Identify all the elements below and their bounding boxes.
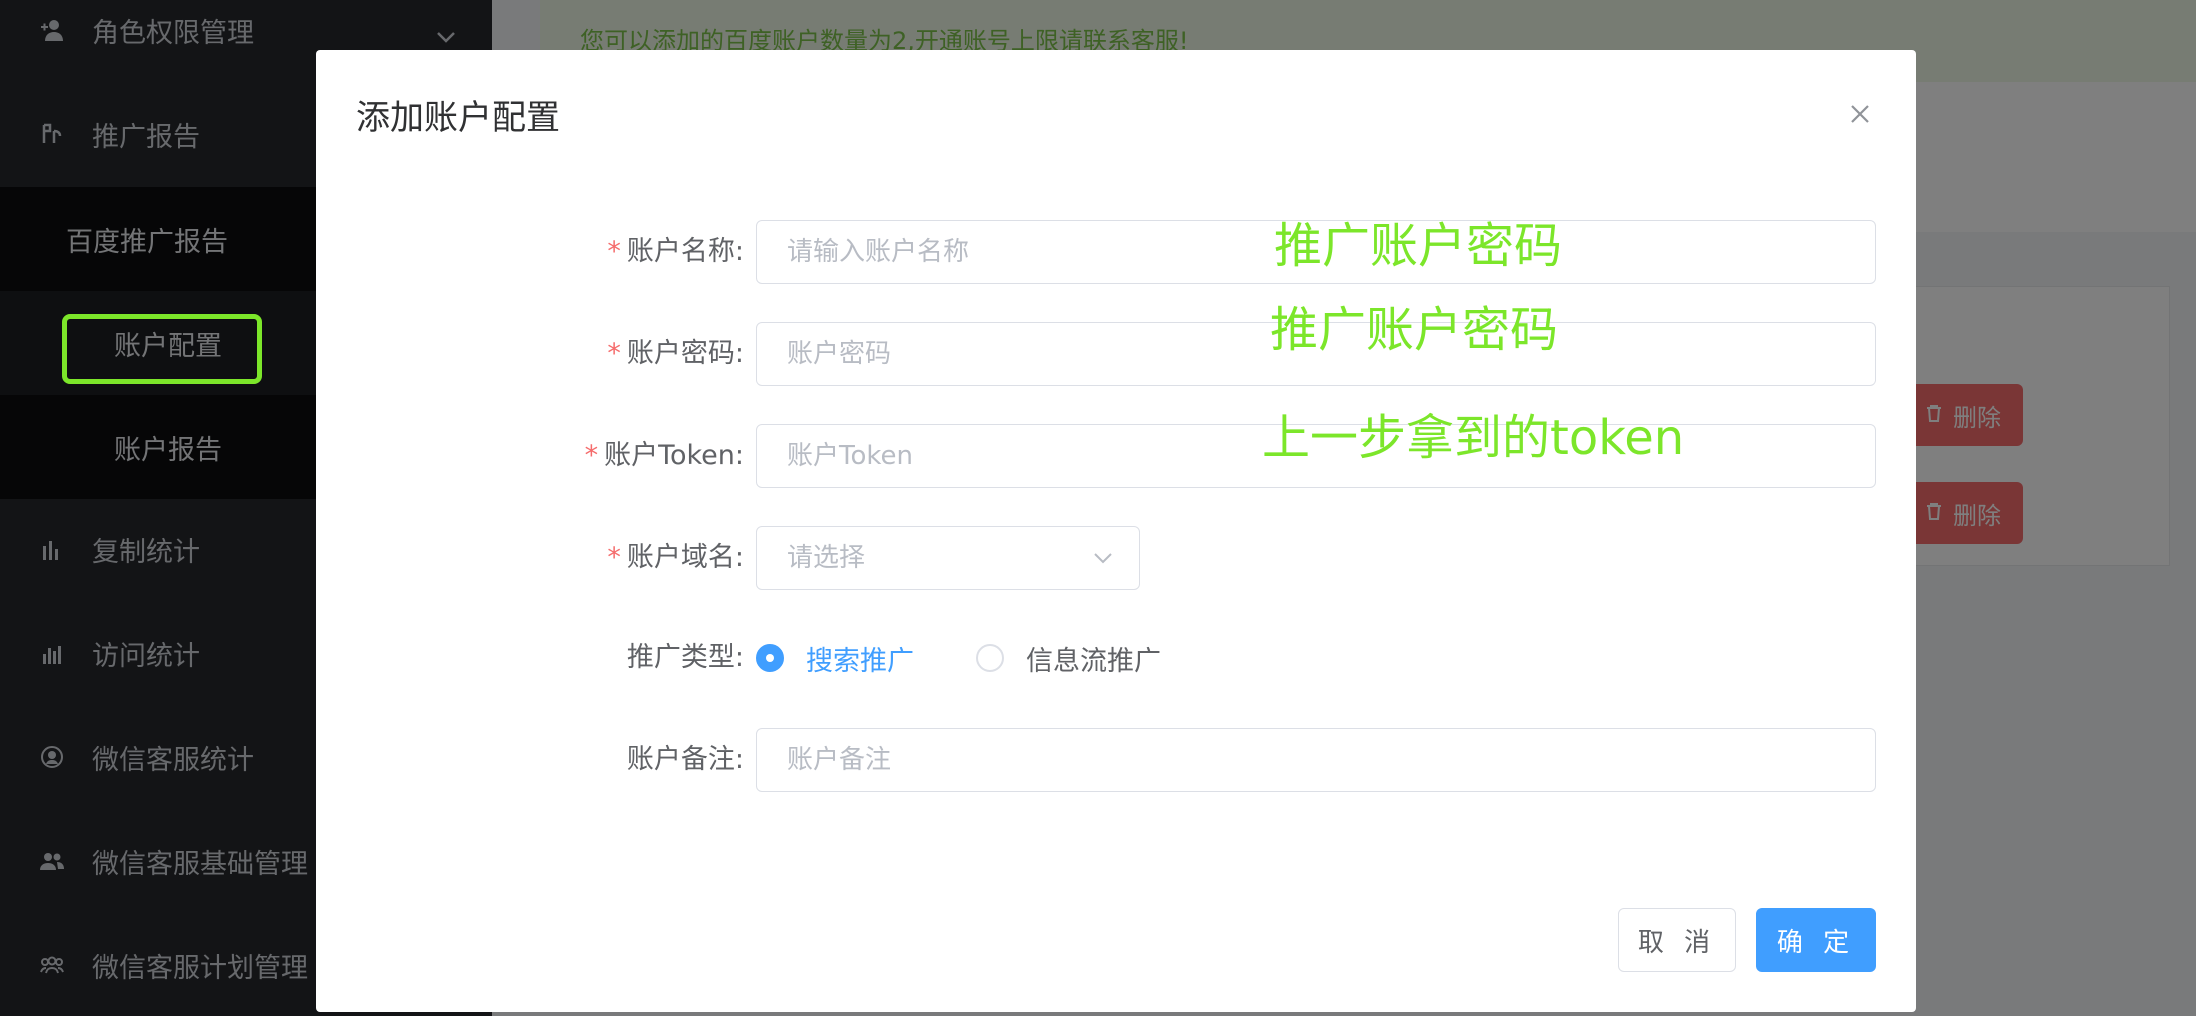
required-mark: * [584,440,599,471]
add-account-dialog: 添加账户配置 *账户名称: *账户密码: *账户Token: *账户域名: 请选… [316,50,1916,1012]
radio-feed-promo[interactable]: 信息流推广 [976,626,1161,690]
required-mark: * [607,236,621,267]
cancel-button[interactable]: 取 消 [1618,908,1736,972]
close-icon[interactable] [1844,98,1876,130]
account-remark-label: 账户备注: [626,744,744,775]
chevron-down-icon [1091,546,1115,570]
radio-label: 信息流推广 [1026,645,1161,677]
account-domain-select[interactable]: 请选择 [756,526,1140,590]
annotation-text: 推广账户密码 [1270,302,1559,358]
form-row-password: * 账户密码: [316,322,1916,386]
account-password-label: 账户密码: [626,338,744,369]
promo-type-label: 推广类型: [626,642,744,673]
form-row-domain: * 账户域名: 请选择 [316,526,1916,590]
radio-checked-icon [756,644,784,672]
radio-label: 搜索推广 [806,645,914,677]
account-domain-label: 账户域名: [626,542,744,573]
annotation-highlight-box [62,314,262,384]
confirm-button[interactable]: 确 定 [1756,908,1876,972]
dialog-title: 添加账户配置 [356,98,560,138]
form-row-name: * 账户名称: [316,220,1916,284]
account-name-label: 账户名称: [626,236,744,267]
annotation-text: 推广账户密码 [1274,218,1563,274]
radio-unchecked-icon [976,644,1004,672]
account-token-label: 账户Token: [604,440,744,471]
select-placeholder: 请选择 [787,543,866,573]
form-row-promo-type: 推广类型: 搜索推广 信息流推广 [316,626,1916,690]
annotation-text: 上一步拿到的token [1262,410,1685,466]
required-mark: * [607,338,621,369]
account-remark-input[interactable] [756,728,1876,792]
form-row-remark: 账户备注: [316,728,1916,792]
radio-search-promo[interactable]: 搜索推广 [756,626,914,690]
required-mark: * [607,542,621,573]
